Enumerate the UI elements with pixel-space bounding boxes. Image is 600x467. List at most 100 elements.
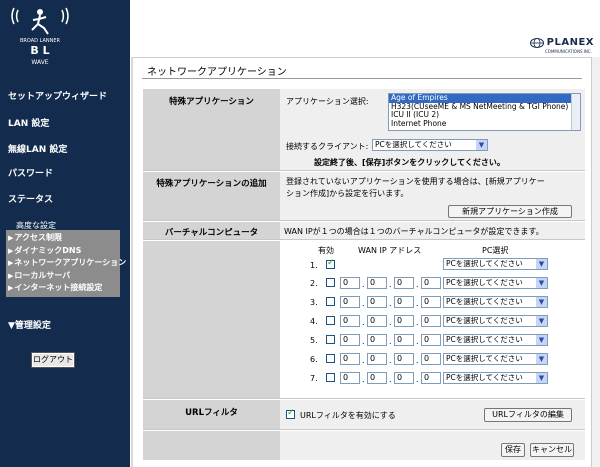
ip-dot: . xyxy=(389,375,392,384)
vc-pc-select[interactable]: PCを選択してください ▼ xyxy=(443,372,548,384)
app-select-label: アプリケーション選択: xyxy=(286,97,369,106)
vc-ip-octet[interactable]: 0 xyxy=(367,277,387,289)
vc-ip-octet[interactable]: 0 xyxy=(394,372,414,384)
vc-ip-octet[interactable]: 0 xyxy=(421,277,441,289)
vc-ip-octet[interactable]: 0 xyxy=(367,353,387,365)
new-app-button[interactable]: 新規アプリケーション作成 xyxy=(448,205,572,218)
vc-enable-checkbox[interactable] xyxy=(326,316,335,325)
sidebar-item-status[interactable]: ステータス xyxy=(8,192,53,205)
app-option[interactable]: Internet Phone xyxy=(389,119,580,129)
planex-globe-icon xyxy=(529,37,544,48)
vc-enable-checkbox[interactable] xyxy=(326,278,335,287)
vc-enable-checkbox[interactable] xyxy=(326,335,335,344)
vc-row-number: 3. xyxy=(310,298,318,307)
submenu-item-internet-connection[interactable]: ▶ インターネット接続設定 xyxy=(6,282,120,295)
vc-ip-octet[interactable]: 0 xyxy=(340,372,360,384)
chevron-down-icon: ▼ xyxy=(536,297,547,307)
vc-enable-checkbox[interactable] xyxy=(326,373,335,382)
ip-dot: . xyxy=(416,356,419,365)
submenu-item-network-application[interactable]: ▶ ネットワークアプリケーション xyxy=(6,257,126,270)
ip-dot: . xyxy=(389,299,392,308)
vc-ip-octet[interactable]: 0 xyxy=(340,277,360,289)
main-content: ネットワークアプリケーション 特殊アプリケーション アプリケーション選択: Ag… xyxy=(131,57,591,467)
advanced-submenu: ▶ アクセス制限 ▶ ダイナミックDNS ▶ ネットワークアプリケーション ▶ ローカル… xyxy=(6,230,126,297)
svg-text:WAVE: WAVE xyxy=(31,59,48,66)
vc-ip-octet[interactable]: 0 xyxy=(394,334,414,346)
ip-dot: . xyxy=(362,337,365,346)
col-pc: PC選択 xyxy=(482,246,509,255)
vc-ip-octet[interactable]: 0 xyxy=(421,296,441,308)
special-app-cell: アプリケーション選択: Age of Empires H323(CUseeME … xyxy=(280,89,585,170)
vc-row-number: 7. xyxy=(310,374,318,383)
vc-ip-octet[interactable]: 0 xyxy=(394,277,414,289)
vc-pc-select[interactable]: PCを選択してください ▼ xyxy=(443,277,548,289)
ip-dot: . xyxy=(416,280,419,289)
sidebar-item-wireless-lan[interactable]: 無線LAN 設定 xyxy=(8,142,67,155)
vc-pc-select[interactable]: PCを選択してください ▼ xyxy=(443,315,548,327)
sidebar-item-lan[interactable]: LAN 設定 xyxy=(8,116,49,129)
title-divider xyxy=(142,78,582,79)
vc-ip-octet[interactable]: 0 xyxy=(367,315,387,327)
vc-pc-select[interactable]: PCを選択してください ▼ xyxy=(443,296,548,308)
vc-pc-select[interactable]: PCを選択してください ▼ xyxy=(443,334,548,346)
vc-ip-octet[interactable]: 0 xyxy=(340,334,360,346)
ip-dot: . xyxy=(416,318,419,327)
save-button[interactable]: 保存 xyxy=(501,443,525,457)
vc-ip-octet[interactable]: 0 xyxy=(340,353,360,365)
app-listbox[interactable]: Age of Empires H323(CUseeME & MS NetMeet… xyxy=(388,93,581,131)
ip-dot: . xyxy=(389,318,392,327)
triangle-right-icon: ▶ xyxy=(8,234,14,242)
submenu-item-dynamic-dns[interactable]: ▶ ダイナミックDNS xyxy=(6,245,120,258)
vc-ip-octet[interactable]: 0 xyxy=(340,315,360,327)
add-app-description-line2: ション作成]から設定を行います。 xyxy=(286,189,409,198)
vc-row-number: 6. xyxy=(310,355,318,364)
triangle-right-icon: ▶ xyxy=(8,259,14,267)
vc-row-number: 5. xyxy=(310,336,318,345)
planex-subtitle: COMMUNICATIONS INC. xyxy=(545,49,592,54)
submenu-item-local-server[interactable]: ▶ ローカルサーバ xyxy=(6,270,120,283)
vc-enable-checkbox[interactable] xyxy=(326,297,335,306)
vc-ip-octet[interactable]: 0 xyxy=(340,296,360,308)
ip-dot: . xyxy=(389,337,392,346)
vc-pc-select[interactable]: PCを選択してください ▼ xyxy=(443,353,548,365)
chevron-down-icon: ▼ xyxy=(536,335,547,345)
url-filter-edit-button[interactable]: URLフィルタの編集 xyxy=(484,408,572,422)
save-note: 設定終了後、[保存]ボタンをクリックしてください。 xyxy=(314,158,505,167)
virtual-computer-table: 有効 WAN IP アドレス PC選択 1. PCを選択してください▼ 2. 0… xyxy=(280,241,585,398)
vc-pc-select[interactable]: PCを選択してください ▼ xyxy=(443,258,548,270)
vc-ip-octet[interactable]: 0 xyxy=(394,353,414,365)
sidebar-item-setup-wizard[interactable]: セットアップウィザード xyxy=(8,89,107,102)
special-app-row: 特殊アプリケーション アプリケーション選択: Age of Empires H3… xyxy=(143,88,585,170)
special-app-label: 特殊アプリケーション xyxy=(143,89,280,170)
vc-enable-checkbox[interactable] xyxy=(326,354,335,363)
ip-dot: . xyxy=(362,280,365,289)
page-scrollbar[interactable] xyxy=(591,57,600,467)
ip-dot: . xyxy=(416,375,419,384)
vc-ip-octet[interactable]: 0 xyxy=(421,372,441,384)
vc-ip-octet[interactable]: 0 xyxy=(421,315,441,327)
col-wan-ip: WAN IP アドレス xyxy=(358,246,422,255)
vc-enable-checkbox[interactable] xyxy=(326,258,335,269)
client-select[interactable]: PCを選択してください ▼ xyxy=(372,139,488,151)
vc-ip-octet[interactable]: 0 xyxy=(367,372,387,384)
vc-ip-octet[interactable]: 0 xyxy=(394,315,414,327)
url-filter-checkbox[interactable] xyxy=(286,408,295,419)
footer-row: 保存 キャンセル xyxy=(143,430,585,460)
vc-ip-octet[interactable]: 0 xyxy=(367,296,387,308)
sidebar-item-admin-settings[interactable]: ▼管理設定 xyxy=(8,318,51,331)
virtual-computer-table-row: 有効 WAN IP アドレス PC選択 1. PCを選択してください▼ 2. 0… xyxy=(143,240,585,398)
page-title: ネットワークアプリケーション xyxy=(147,67,287,78)
vc-ip-octet[interactable]: 0 xyxy=(421,353,441,365)
vc-ip-octet[interactable]: 0 xyxy=(367,334,387,346)
ip-dot: . xyxy=(416,337,419,346)
add-app-row: 特殊アプリケーションの追加 登録されていないアプリケーションを使用する場合は、[… xyxy=(143,171,585,220)
ip-dot: . xyxy=(362,356,365,365)
submenu-item-access-control[interactable]: ▶ アクセス制限 xyxy=(6,232,120,245)
logout-button[interactable]: ログアウト xyxy=(31,352,75,368)
cancel-button[interactable]: キャンセル xyxy=(530,443,574,457)
vc-ip-octet[interactable]: 0 xyxy=(421,334,441,346)
listbox-scrollbar[interactable] xyxy=(571,94,580,130)
vc-ip-octet[interactable]: 0 xyxy=(394,296,414,308)
vc-row-number: 2. xyxy=(310,279,318,288)
sidebar-item-password[interactable]: パスワード xyxy=(8,166,53,179)
